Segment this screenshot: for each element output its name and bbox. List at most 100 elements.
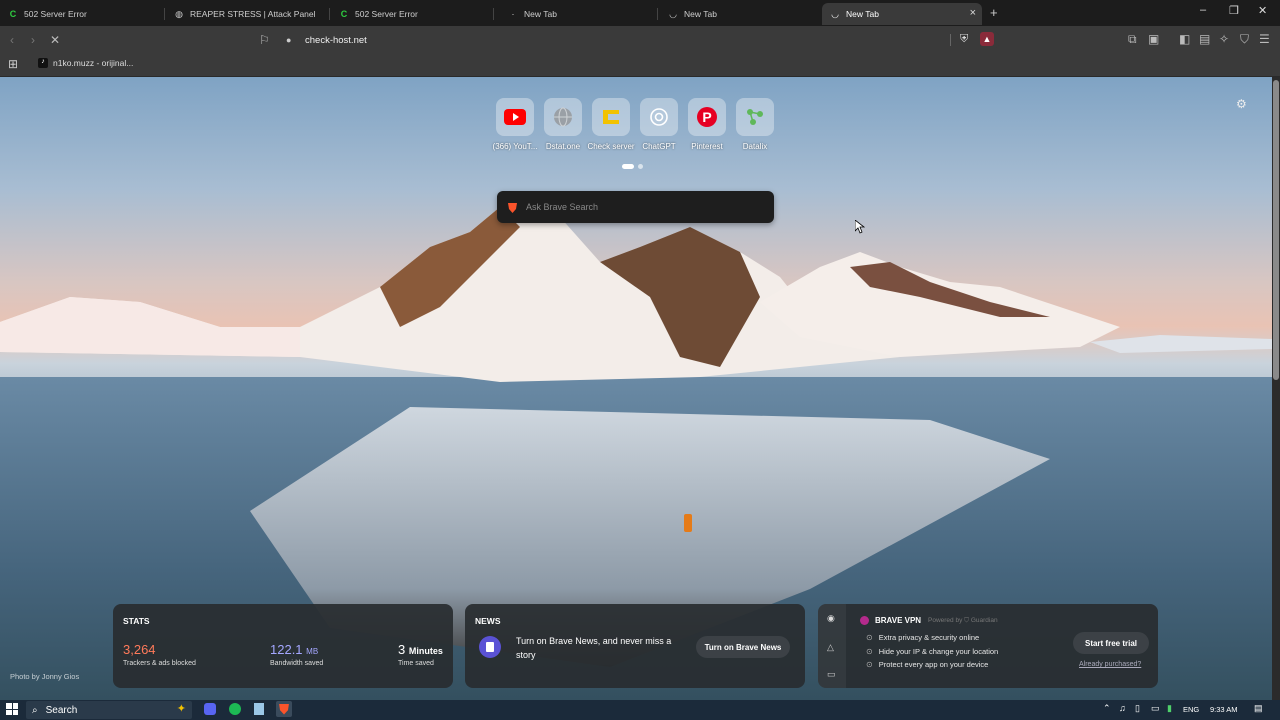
tab-reaper-stress[interactable]: ◍ REAPER STRESS | Attack Panel <box>166 3 326 25</box>
brave-vpn-logo-icon <box>860 616 869 625</box>
menu-icon[interactable]: ☰ <box>1259 32 1270 46</box>
bandwidth-label: Bandwidth saved <box>270 660 324 667</box>
tab-new-tab-active[interactable]: ◡ New Tab × <box>822 3 982 25</box>
discord-icon[interactable] <box>204 703 216 715</box>
wallet-card-icon[interactable]: ▤ <box>1199 32 1210 46</box>
tray-network-icon[interactable]: ▭ <box>1151 703 1160 714</box>
tray-chevron-icon[interactable]: ⌃ <box>1103 703 1111 714</box>
powered-by-text: Powered by <box>928 617 963 624</box>
taskbar-search-box[interactable]: ⌕ Search ✦ <box>26 701 192 719</box>
taskbar-search-label: Search <box>45 704 78 716</box>
brave-search-box[interactable]: Ask Brave Search <box>497 191 774 223</box>
back-icon[interactable]: ‹ <box>10 33 14 47</box>
tab-title: 502 Server Error <box>24 9 87 19</box>
tray-language[interactable]: ENG <box>1183 705 1199 714</box>
minimize-icon[interactable]: – <box>1200 4 1206 16</box>
vpn-feature: ⊙ Protect every app on your device <box>866 660 988 669</box>
restore-icon[interactable]: ❐ <box>1229 4 1239 17</box>
address-bar[interactable]: ● check-host.net ⛨ ▲ <box>280 30 1000 50</box>
turn-on-brave-news-button[interactable]: Turn on Brave News <box>696 636 790 658</box>
stats-card: STATS 3,264 Trackers & ads blocked 122.1… <box>113 604 453 688</box>
trackers-label: Trackers & ads blocked <box>123 660 196 667</box>
wallet-icon[interactable]: ▣ <box>1148 32 1159 46</box>
brave-shields-icon[interactable]: ⛨ <box>960 33 968 46</box>
c-logo-icon: C <box>9 9 17 19</box>
leo-ai-icon[interactable]: ✧ <box>1219 32 1229 46</box>
loading-icon: ◡ <box>831 8 839 19</box>
brave-rewards-icon[interactable]: ▲ <box>980 32 994 46</box>
windows-start-icon[interactable] <box>6 703 18 715</box>
new-tab-button[interactable]: + <box>990 5 998 20</box>
window-close-icon[interactable]: ✕ <box>1258 4 1267 17</box>
close-tab-icon[interactable]: × <box>970 7 976 19</box>
site-info-icon[interactable]: ● <box>286 35 298 45</box>
tab-title: 502 Server Error <box>355 9 418 19</box>
settings-gear-icon[interactable]: ⚙ <box>1236 97 1247 111</box>
url-text[interactable]: check-host.net <box>305 35 367 46</box>
taskbar: ⌕ Search ✦ ⌃ ♫ ▯ ▭ ▮ ENG 9:33 AM ▤ <box>0 700 1280 720</box>
tray-device-icon[interactable]: ▯ <box>1135 703 1140 714</box>
card-icon[interactable]: ▭ <box>827 669 836 680</box>
pager-dot-active[interactable] <box>622 164 634 169</box>
time-unit: Minutes <box>408 646 443 656</box>
stats-title: STATS <box>123 616 150 626</box>
mouse-cursor-icon <box>855 220 865 234</box>
shortcut-datalix[interactable]: Datalix <box>725 98 785 151</box>
url-divider <box>950 34 951 46</box>
check-icon: ⊙ <box>866 647 873 656</box>
photo-credit[interactable]: Photo by Jonny Gios <box>10 672 79 681</box>
tab-502-server-error-1[interactable]: C 502 Server Error <box>0 3 162 25</box>
already-purchased-link[interactable]: Already purchased? <box>1079 661 1141 668</box>
tab-divider <box>493 8 494 20</box>
stop-loading-icon[interactable]: ✕ <box>50 33 60 47</box>
vpn-title: BRAVE VPN <box>875 616 922 625</box>
tray-lock-icon[interactable]: ▮ <box>1167 703 1172 714</box>
notepad-icon[interactable] <box>254 703 264 715</box>
bookmarks-bar: ⊞ ♪ n1ko.muzz - orijinal... <box>0 54 1280 77</box>
tab-title: New Tab <box>684 9 717 19</box>
time-value: 3 Minutes <box>398 642 443 657</box>
vpn-feature-text: Hide your IP & change your location <box>878 647 999 656</box>
background-mountains <box>0 207 1272 382</box>
bookmark-item[interactable]: ♪ n1ko.muzz - orijinal... <box>38 58 133 68</box>
notifications-icon[interactable]: ▤ <box>1254 703 1263 714</box>
trackers-count: 3,264 <box>123 642 156 657</box>
location-pin-icon[interactable]: ◉ <box>827 613 835 624</box>
search-placeholder: Ask Brave Search <box>526 202 599 212</box>
extensions-icon[interactable]: ⧉ <box>1128 32 1137 47</box>
tray-audio-icon[interactable]: ♫ <box>1119 703 1126 713</box>
brave-lion-icon <box>507 201 518 213</box>
tab-title: New Tab <box>846 9 879 19</box>
bandwidth-value: 122.1 MB <box>270 642 318 657</box>
time-label: Time saved <box>398 660 434 667</box>
spotify-icon[interactable] <box>229 703 241 715</box>
start-free-trial-button[interactable]: Start free trial <box>1073 632 1149 654</box>
pager-dot[interactable] <box>638 164 643 169</box>
warning-icon[interactable]: △ <box>827 642 834 653</box>
sidebar-icon[interactable]: ◧ <box>1179 32 1190 46</box>
bookmark-icon[interactable]: ⚐ <box>259 33 270 47</box>
globe-icon: ◍ <box>175 8 183 19</box>
guardian-shield-icon: ⛉ <box>964 617 970 624</box>
shortcut-pager <box>622 164 643 169</box>
tray-clock[interactable]: 9:33 AM <box>1210 705 1238 714</box>
vpn-feature: ⊙ Extra privacy & security online <box>866 633 979 642</box>
vpn-powered-by: Powered by ⛉ Guardian <box>928 617 998 625</box>
background-lighthouse <box>684 514 692 532</box>
datalix-icon <box>736 98 774 136</box>
bookmark-label: n1ko.muzz - orijinal... <box>53 58 134 68</box>
bandwidth-number: 122.1 <box>270 642 303 657</box>
tab-502-server-error-2[interactable]: C 502 Server Error <box>331 3 491 25</box>
vpn-feature-text: Protect every app on your device <box>878 660 989 669</box>
scrollbar-thumb[interactable] <box>1273 80 1279 380</box>
tab-new-tab-2[interactable]: ◡ New Tab <box>660 3 820 25</box>
vpn-shield-icon[interactable]: ⛉ <box>1240 32 1249 47</box>
news-icon <box>479 636 501 658</box>
brave-taskbar-icon[interactable] <box>276 701 292 717</box>
apps-grid-icon[interactable]: ⊞ <box>8 57 18 71</box>
tab-new-tab-1[interactable]: · New Tab <box>500 3 660 25</box>
guardian-text: Guardian <box>970 617 998 624</box>
forward-icon[interactable]: › <box>31 33 35 47</box>
vpn-card: ◉ △ ▭ BRAVE VPN Powered by ⛉ Guardian ⊙ E… <box>818 604 1158 688</box>
new-tab-page: (366) YouT... Dstat.one Check server Cha… <box>0 77 1272 700</box>
